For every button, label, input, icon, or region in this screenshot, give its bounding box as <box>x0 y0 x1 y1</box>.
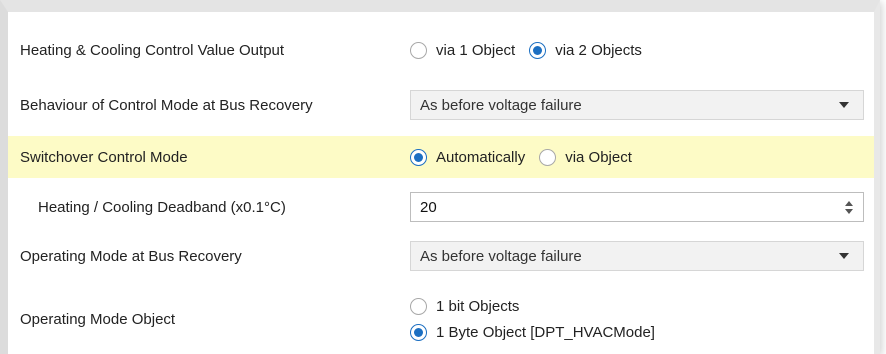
radio-automatically[interactable] <box>410 148 427 166</box>
operating-mode-object-label: Operating Mode Object <box>20 310 176 328</box>
radio-label: via 1 Object <box>436 41 516 59</box>
radio-option-via-1-object[interactable]: via 1 Object <box>410 41 516 59</box>
control-value-output-label: Heating & Cooling Control Value Output <box>20 41 285 59</box>
dropdown-value: As before voltage failure <box>420 247 582 265</box>
row-deadband: Heating / Cooling Deadband (x0.1°C) 20 <box>8 187 874 227</box>
radio-via-object[interactable] <box>539 148 557 166</box>
control-value-output-radio-group: via 1 Object via 2 Objects <box>410 41 864 59</box>
deadband-control: 20 <box>410 192 864 222</box>
chevron-down-icon <box>839 253 849 259</box>
spinbox-buttons <box>845 200 853 214</box>
radio-option-via-2-objects[interactable]: via 2 Objects <box>529 41 642 59</box>
parameter-panel: Heating & Cooling Control Value Output v… <box>0 0 880 354</box>
behaviour-bus-recovery-dropdown[interactable]: As before voltage failure <box>410 90 864 120</box>
radio-label: 1 Byte Object [DPT_HVACMode] <box>436 323 655 341</box>
operating-mode-recovery-control: As before voltage failure <box>410 241 864 271</box>
operating-mode-recovery-dropdown[interactable]: As before voltage failure <box>410 241 864 271</box>
row-operating-mode-object: Operating Mode Object 1 bit Objects 1 By… <box>8 284 874 354</box>
switchover-control-mode-label: Switchover Control Mode <box>20 148 188 166</box>
operating-mode-object-radio-group: 1 bit Objects 1 Byte Object [DPT_HVACMod… <box>410 297 864 341</box>
radio-label: via Object <box>565 148 632 166</box>
radio-1-byte-object[interactable] <box>410 323 427 341</box>
switchover-radio-group: Automatically via Object <box>410 148 864 166</box>
behaviour-bus-recovery-label: Behaviour of Control Mode at Bus Recover… <box>20 96 313 114</box>
radio-option-1-bit-objects[interactable]: 1 bit Objects <box>410 297 655 315</box>
deadband-spinbox[interactable]: 20 <box>410 192 864 222</box>
radio-1-bit-objects[interactable] <box>410 297 427 315</box>
row-switchover-control-mode: Switchover Control Mode Automatically vi… <box>8 136 874 178</box>
deadband-label: Heating / Cooling Deadband (x0.1°C) <box>38 198 286 216</box>
operating-mode-recovery-label: Operating Mode at Bus Recovery <box>20 247 242 265</box>
radio-via-1-object[interactable] <box>410 41 427 59</box>
increment-arrow-icon[interactable] <box>845 200 853 206</box>
radio-option-1-byte-object[interactable]: 1 Byte Object [DPT_HVACMode] <box>410 323 655 341</box>
row-control-value-output: Heating & Cooling Control Value Output v… <box>8 32 874 68</box>
radio-label: via 2 Objects <box>555 41 642 59</box>
chevron-down-icon <box>839 102 849 108</box>
row-behaviour-bus-recovery: Behaviour of Control Mode at Bus Recover… <box>8 85 874 125</box>
row-operating-mode-recovery: Operating Mode at Bus Recovery As before… <box>8 236 874 276</box>
radio-via-2-objects[interactable] <box>529 41 547 59</box>
dropdown-value: As before voltage failure <box>420 96 582 114</box>
radio-label: Automatically <box>436 148 526 166</box>
radio-option-automatically[interactable]: Automatically <box>410 148 526 166</box>
radio-option-via-object[interactable]: via Object <box>539 148 632 166</box>
behaviour-bus-recovery-control: As before voltage failure <box>410 90 864 120</box>
radio-label: 1 bit Objects <box>436 297 520 315</box>
decrement-arrow-icon[interactable] <box>845 208 853 214</box>
spinbox-value: 20 <box>420 198 437 216</box>
